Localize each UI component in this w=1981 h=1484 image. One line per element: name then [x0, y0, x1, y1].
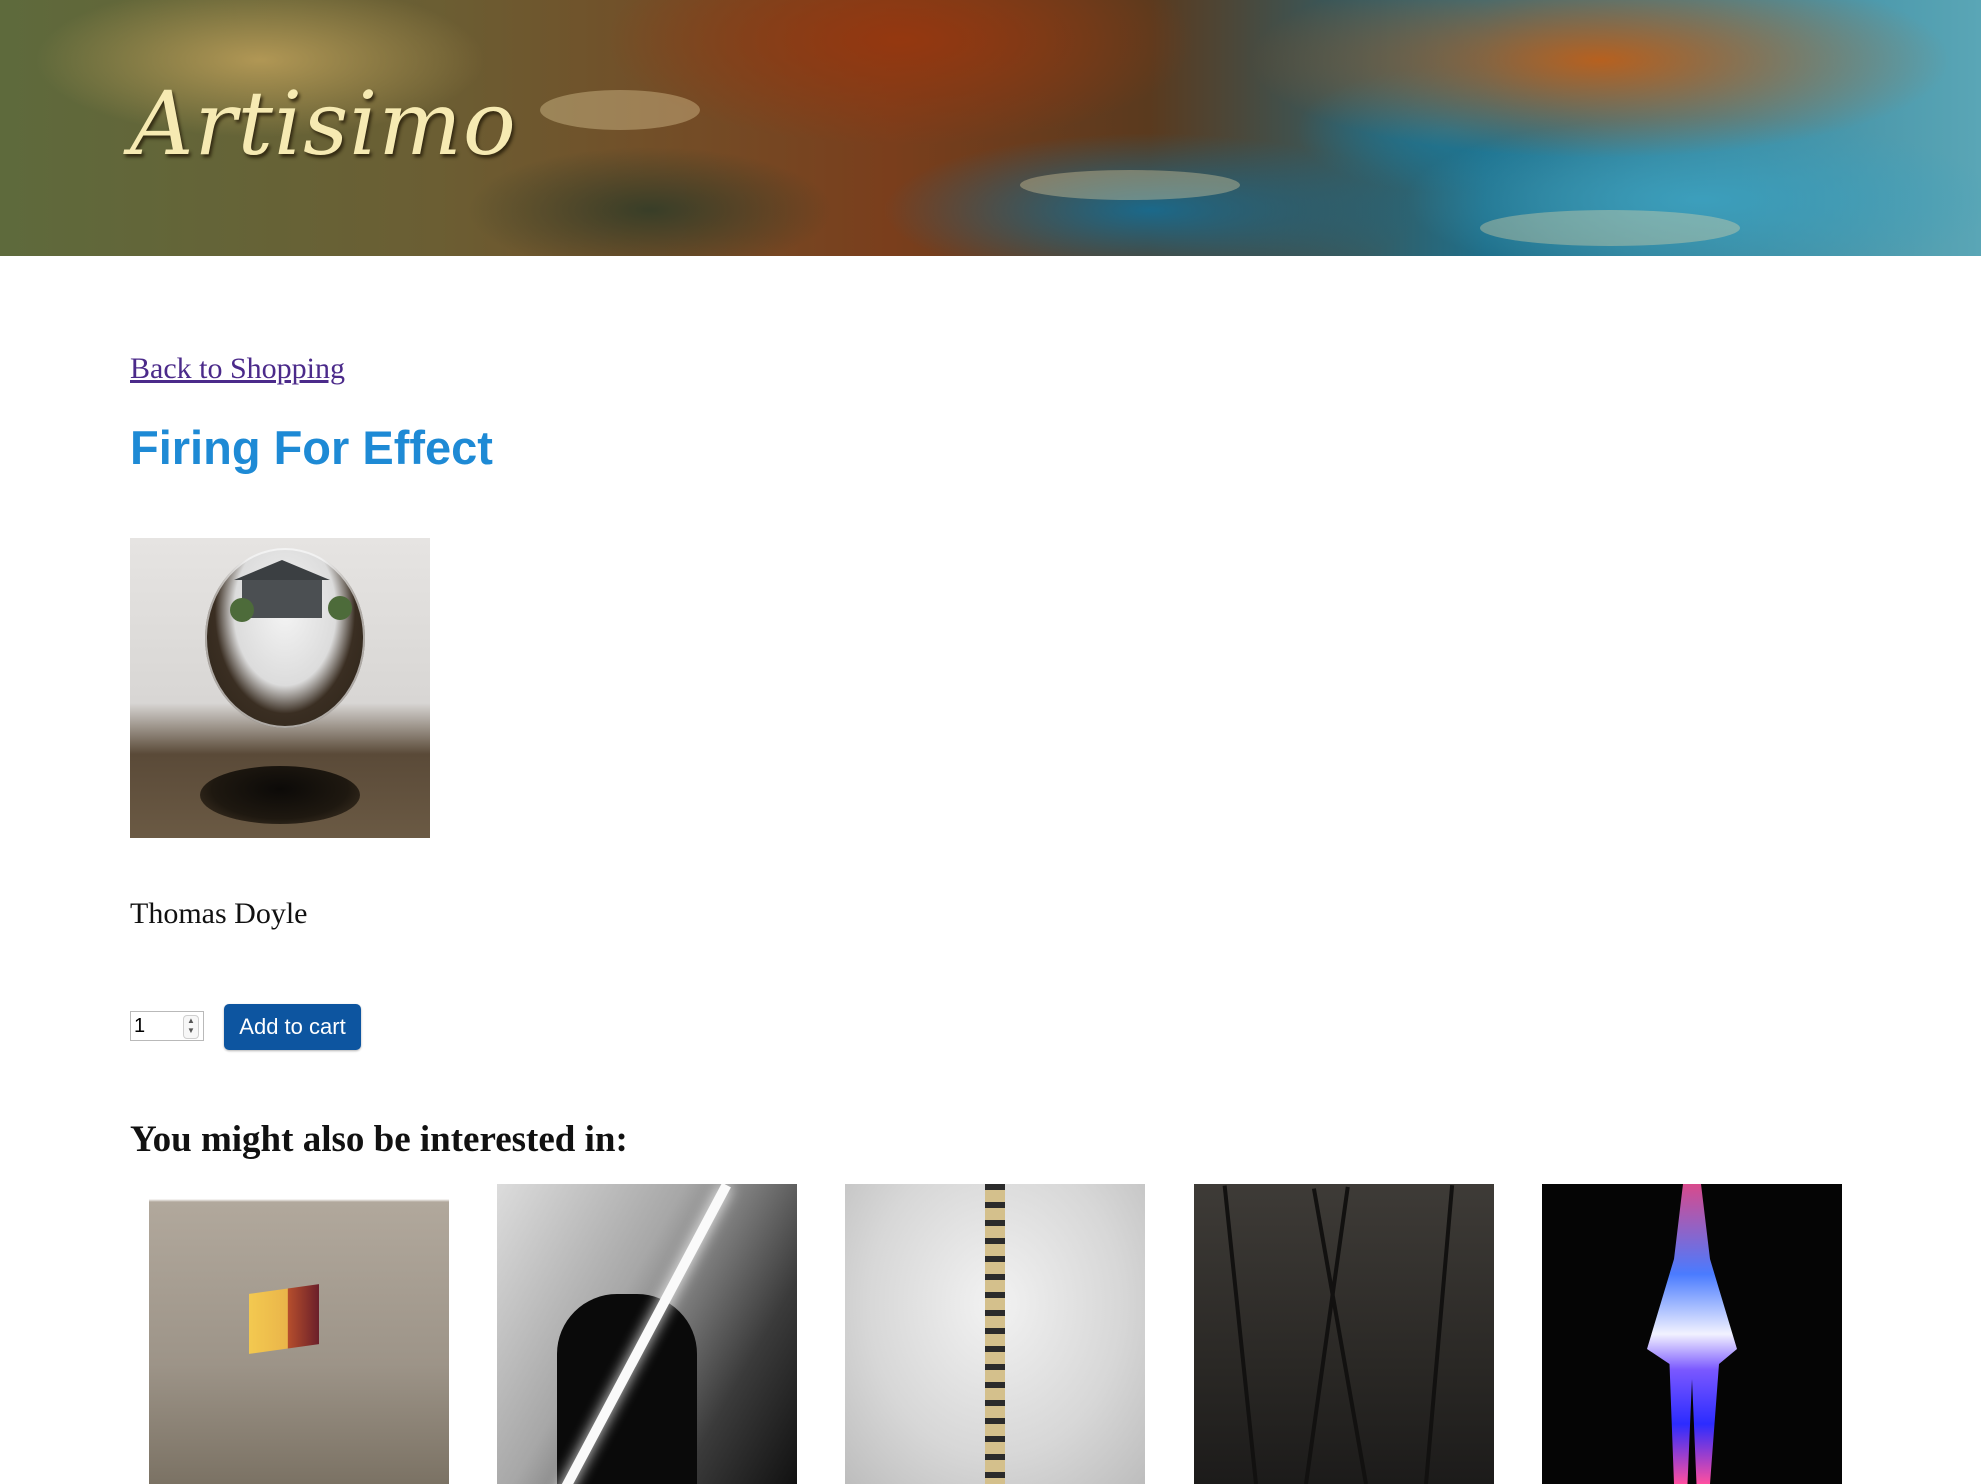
add-to-cart-button[interactable]: Add to cart: [224, 1004, 361, 1050]
banner-paint-streak: [540, 90, 700, 130]
product-image-tree: [230, 598, 254, 622]
product-image-house: [234, 560, 330, 618]
site-logo[interactable]: Artisimo: [130, 72, 517, 175]
related-item-3-image: [985, 1184, 1005, 1484]
header-banner: Artisimo: [0, 0, 1981, 256]
related-item-2[interactable]: [497, 1184, 797, 1484]
banner-paint-streak: [1020, 170, 1240, 200]
related-item-3[interactable]: [845, 1184, 1145, 1484]
related-item-5[interactable]: [1542, 1184, 1842, 1484]
related-item-4-branch: [1222, 1185, 1258, 1484]
related-item-4-branch: [1424, 1184, 1455, 1484]
related-item-1[interactable]: [149, 1184, 449, 1484]
back-to-shopping-link[interactable]: Back to Shopping: [130, 352, 345, 386]
related-item-4[interactable]: [1194, 1184, 1494, 1484]
related-products: [0, 1184, 1981, 1484]
related-item-4-branch: [1304, 1186, 1350, 1484]
stepper-arrows-icon[interactable]: ▲ ▼: [183, 1015, 199, 1039]
quantity-value: 1: [134, 1014, 146, 1037]
banner-paint-streak: [1480, 210, 1740, 246]
related-item-1-image: [249, 1284, 319, 1354]
product-title: Firing For Effect: [130, 421, 493, 474]
product-image: [130, 538, 430, 838]
product-image-tree: [328, 596, 352, 620]
artist-name: Thomas Doyle: [130, 897, 308, 930]
related-item-5-image: [1647, 1184, 1737, 1484]
product-image-hole: [200, 766, 360, 824]
quantity-stepper[interactable]: 1 ▲ ▼: [130, 1011, 204, 1041]
related-heading: You might also be interested in:: [130, 1119, 628, 1160]
